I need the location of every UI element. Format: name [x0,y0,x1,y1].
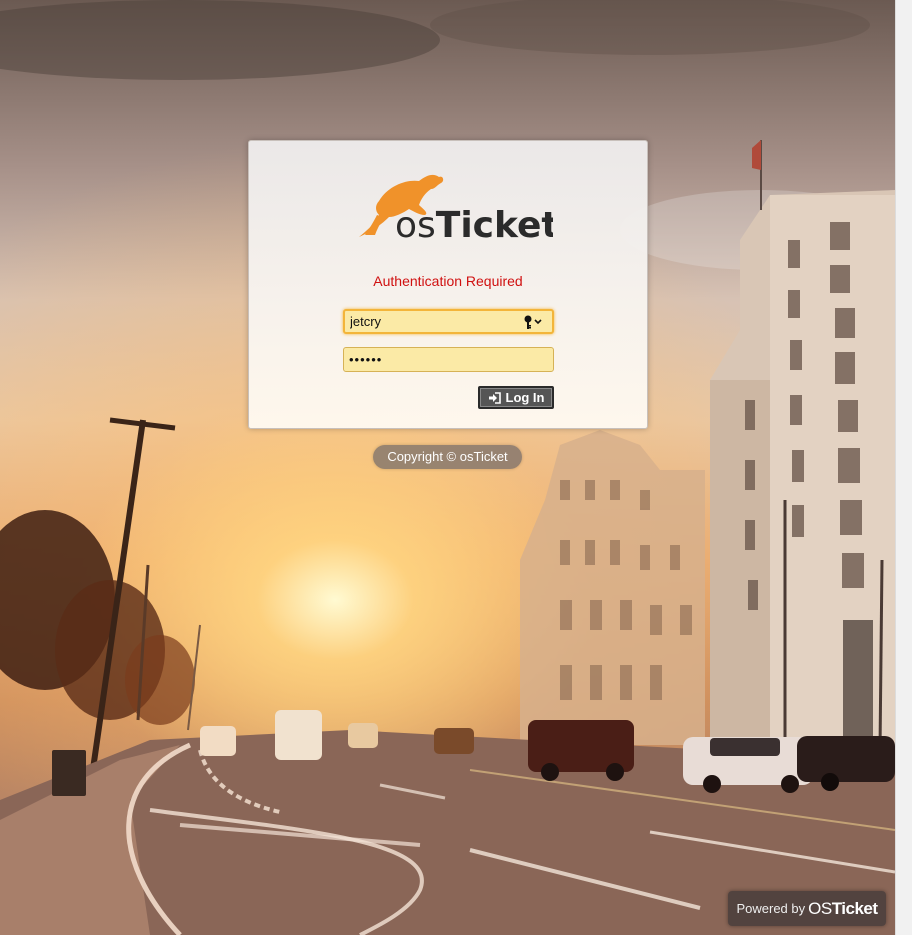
login-box: osTicket Authentication Required Log In [248,140,648,429]
kangaroo-logo: osTicket [359,174,553,241]
auth-required-message: Authentication Required [373,273,523,289]
password-manager-key-icon[interactable] [523,314,545,330]
osticket-brand-text: OSTicket [808,898,878,918]
copyright-badge: Copyright © osTicket [373,445,522,469]
powered-by-text: Powered by [736,901,806,916]
sign-in-icon [488,391,501,404]
login-button[interactable]: Log In [478,386,554,409]
page-scrollbar[interactable] [895,0,912,935]
powered-by-badge[interactable]: Powered by OSTicket [728,891,886,926]
logo-text: osTicket [395,205,553,241]
login-button-label: Log In [505,390,545,405]
password-input[interactable] [343,347,554,372]
